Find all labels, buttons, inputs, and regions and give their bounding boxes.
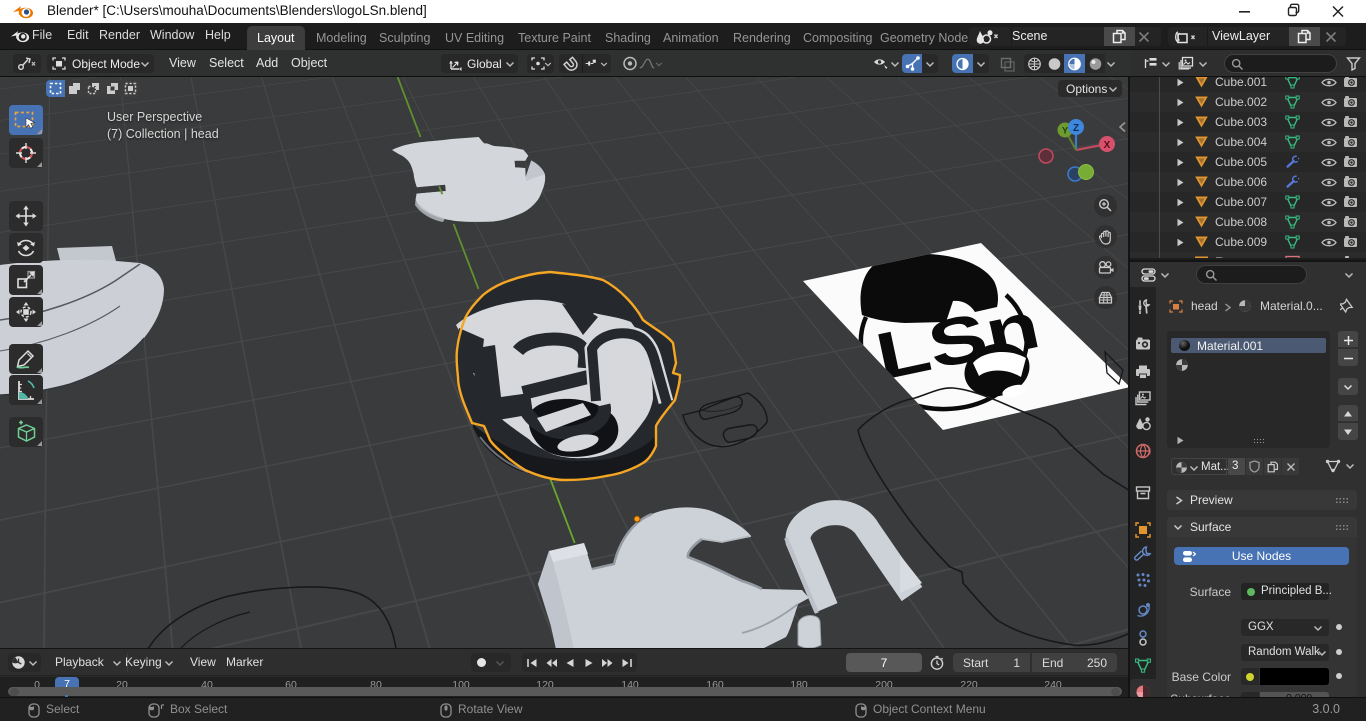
svg-text:X: X xyxy=(1104,140,1111,151)
svg-text:Z: Z xyxy=(1073,123,1079,134)
svg-text:Y: Y xyxy=(1062,126,1069,137)
